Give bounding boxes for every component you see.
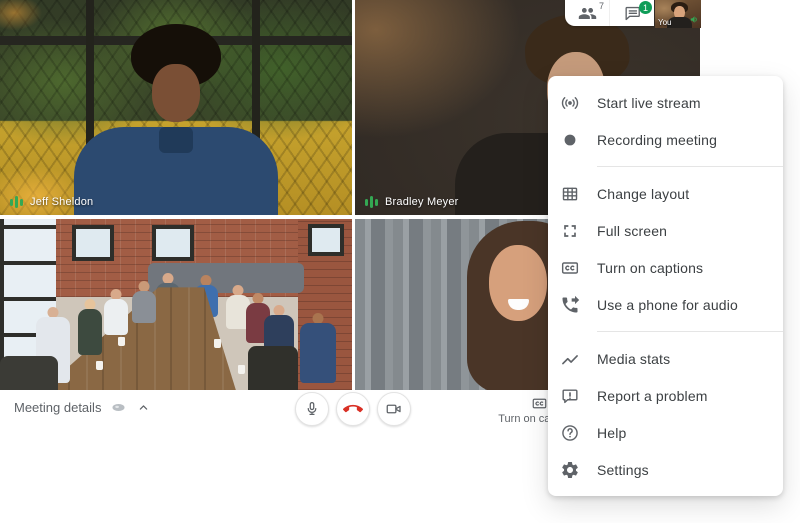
tile-art	[152, 225, 194, 261]
help-icon	[560, 423, 580, 443]
participant-name: Jeff Sheldon	[30, 196, 93, 208]
menu-item-change-layout[interactable]: Change layout	[548, 175, 783, 212]
menu-item-recording-meeting[interactable]: Recording meeting	[548, 121, 783, 158]
phone-audio-icon	[560, 295, 580, 315]
tile-art	[214, 339, 221, 348]
report-icon	[560, 386, 580, 406]
mute-mic-button[interactable]	[295, 392, 329, 426]
menu-item-label: Change layout	[597, 186, 689, 202]
top-toolbar: 7 1	[565, 0, 654, 26]
fullscreen-icon	[560, 221, 580, 241]
participants-button[interactable]: 7	[565, 0, 609, 26]
video-tile-conference-room	[0, 219, 352, 390]
tile-art	[72, 225, 114, 261]
person-figure	[159, 127, 193, 153]
self-view-label: You	[658, 18, 672, 27]
person-figure	[104, 289, 128, 335]
people-icon	[578, 4, 597, 23]
tile-art	[118, 337, 125, 346]
menu-divider	[597, 166, 783, 167]
menu-item-settings[interactable]: Settings	[548, 451, 783, 488]
tile-art	[86, 0, 94, 150]
meeting-app-window: Jeff Sheldon Bradley Meyer	[0, 0, 800, 523]
captions-icon	[530, 395, 549, 412]
end-call-icon	[343, 399, 363, 419]
chevron-up-icon	[136, 400, 151, 415]
meeting-details-label: Meeting details	[14, 400, 101, 415]
menu-item-label: Report a problem	[597, 388, 708, 404]
overflow-menu: Start live stream Recording meeting Chan…	[548, 76, 783, 496]
person-figure	[152, 64, 200, 122]
tile-art	[252, 0, 260, 150]
video-tile-jeff-sheldon: Jeff Sheldon	[0, 0, 352, 215]
person-figure	[78, 299, 102, 355]
eye-icon	[110, 399, 127, 416]
menu-item-turn-on-captions[interactable]: Turn on captions	[548, 249, 783, 286]
captions-icon	[560, 258, 580, 278]
speaking-indicator-icon	[365, 195, 378, 209]
menu-item-full-screen[interactable]: Full screen	[548, 212, 783, 249]
menu-item-label: Media stats	[597, 351, 670, 367]
volume-icon	[689, 14, 700, 25]
menu-item-label: Start live stream	[597, 95, 701, 111]
mic-icon	[303, 400, 321, 418]
participant-name-tag: Jeff Sheldon	[10, 195, 93, 209]
participant-name-tag: Bradley Meyer	[365, 195, 459, 209]
end-call-button[interactable]	[336, 392, 370, 426]
speaking-indicator-icon	[10, 195, 23, 209]
camera-button[interactable]	[377, 392, 411, 426]
participants-count: 7	[599, 1, 604, 11]
tile-art	[238, 365, 245, 374]
tile-art	[248, 346, 298, 390]
tile-art	[0, 356, 58, 390]
menu-item-label: Full screen	[597, 223, 667, 239]
menu-divider	[597, 331, 783, 332]
call-controls	[295, 392, 411, 426]
participant-name: Bradley Meyer	[385, 196, 459, 208]
menu-item-start-live-stream[interactable]: Start live stream	[548, 84, 783, 121]
menu-item-label: Use a phone for audio	[597, 297, 738, 313]
chart-icon	[560, 349, 580, 369]
meeting-details-button[interactable]: Meeting details	[14, 399, 151, 416]
settings-gear-icon	[560, 460, 580, 480]
tile-art	[308, 224, 344, 256]
tile-art	[96, 361, 103, 370]
menu-item-label: Turn on captions	[597, 260, 703, 276]
menu-item-label: Help	[597, 425, 626, 441]
person-figure	[132, 281, 156, 323]
person-figure	[300, 313, 336, 383]
chat-badge: 1	[639, 1, 652, 14]
menu-item-report-a-problem[interactable]: Report a problem	[548, 377, 783, 414]
live-stream-icon	[560, 93, 580, 113]
camera-icon	[385, 400, 403, 418]
self-view-thumbnail[interactable]: You	[655, 0, 701, 28]
grid-layout-icon	[560, 184, 580, 204]
chat-button[interactable]: 1	[609, 0, 654, 26]
menu-item-label: Settings	[597, 462, 649, 478]
record-icon	[560, 130, 580, 150]
menu-item-label: Recording meeting	[597, 132, 717, 148]
menu-item-use-phone-for-audio[interactable]: Use a phone for audio	[548, 286, 783, 323]
menu-item-media-stats[interactable]: Media stats	[548, 340, 783, 377]
menu-item-help[interactable]: Help	[548, 414, 783, 451]
